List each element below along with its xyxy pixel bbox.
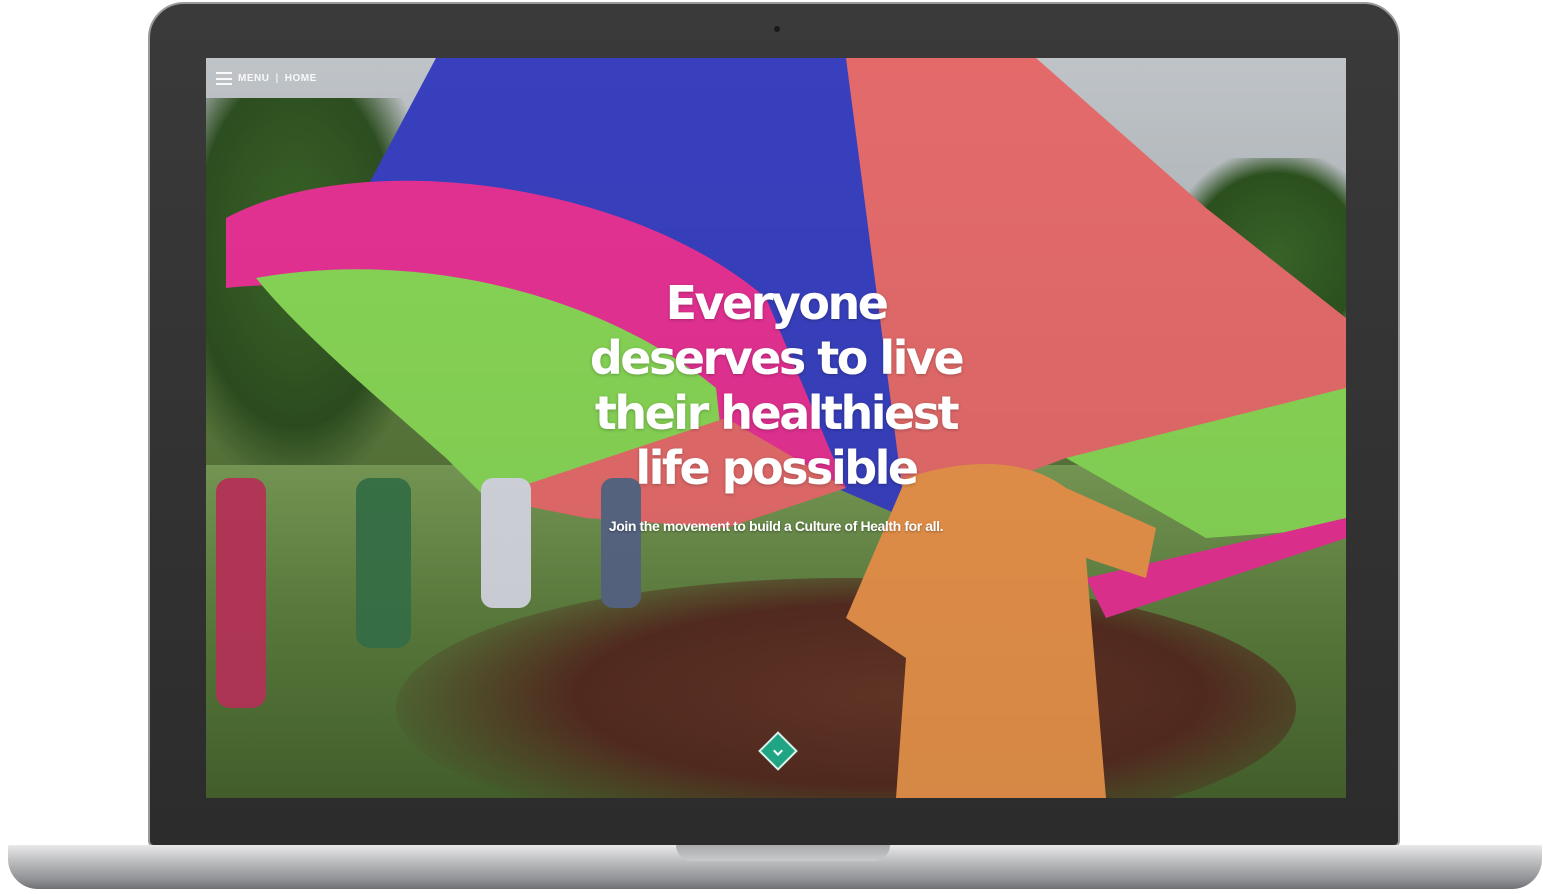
laptop-base	[8, 845, 1542, 889]
hero-title-line: Everyone	[665, 276, 889, 330]
hero-title-line: life possible	[635, 441, 919, 495]
hero-subtitle: Join the movement to build a Culture of …	[608, 518, 944, 534]
camera-dot	[774, 26, 780, 32]
screen: MENU | HOME Everyone deserves to live th…	[206, 58, 1346, 798]
top-nav: MENU | HOME	[216, 72, 317, 85]
hero-title: Everyone deserves to live their healthie…	[526, 276, 1026, 496]
hero-section: Everyone deserves to live their healthie…	[526, 276, 1026, 534]
nav-separator: |	[275, 73, 279, 84]
home-link[interactable]: HOME	[285, 73, 317, 84]
hero-title-line: their healthiest	[594, 386, 960, 440]
chevron-down-icon	[773, 746, 783, 756]
hero-title-line: deserves to live	[589, 331, 965, 385]
menu-link[interactable]: MENU	[238, 73, 269, 84]
hamburger-icon[interactable]	[216, 72, 232, 85]
laptop-notch	[676, 845, 890, 861]
